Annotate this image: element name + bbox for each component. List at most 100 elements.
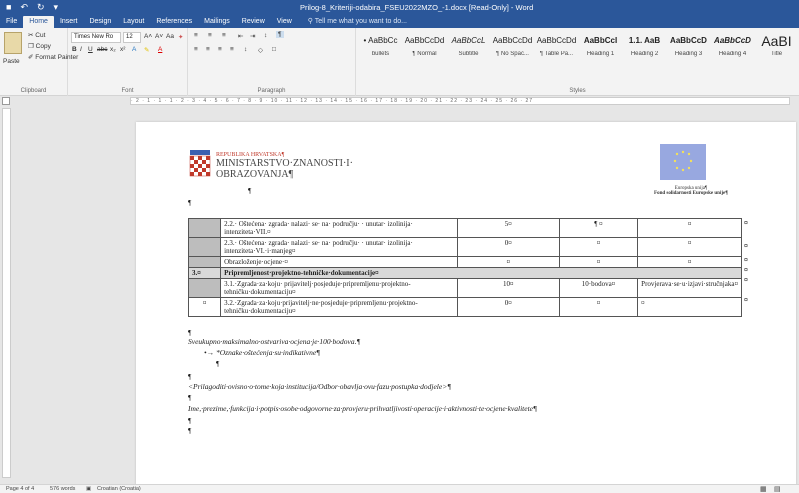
strikethrough-button[interactable]: abc	[97, 46, 107, 53]
save-icon[interactable]: ■	[6, 2, 11, 13]
table-cell-note[interactable]: Provjerava·se·u·izjavi·stručnjaka¤	[637, 278, 742, 298]
table-cell-points[interactable]: 0¤	[456, 297, 560, 317]
status-bar: Page 4 of 4 576 words ▣ Croatian (Croati…	[0, 484, 799, 493]
style-heading-2[interactable]: 1.1. AaB Heading 2	[624, 31, 665, 71]
page-count[interactable]: Page 4 of 4	[6, 486, 34, 492]
tell-me-box[interactable]: ⚲ Tell me what you want to do...	[302, 16, 413, 28]
sort-icon[interactable]: ↕	[264, 32, 267, 39]
max-score-text[interactable]: Sveukupno·maksimalno·ostvariva·ocjena·je…	[188, 337, 360, 346]
paragraph-group: ≡ ≡ ≡ ⇤ ⇥ ↕ ¶ ≡ ≡ ≡ ≡ ↕ ◇ □ Paragraph	[188, 28, 356, 96]
font-size-box[interactable]: 12	[123, 32, 141, 43]
word-count[interactable]: 576 words	[50, 486, 75, 492]
vertical-ruler[interactable]	[2, 108, 11, 478]
tab-layout[interactable]: Layout	[117, 16, 150, 28]
print-layout-icon[interactable]: ▤	[774, 485, 781, 493]
paragraph-mark: ¶	[188, 198, 192, 207]
tab-references[interactable]: References	[150, 16, 198, 28]
ruler-scale[interactable]: · 2 · 1 · 1 · 1 · 2 · 3 · 4 · 5 · 6 · 7 …	[130, 97, 790, 105]
table-cell-points[interactable]: 10¤	[456, 278, 560, 298]
style-title[interactable]: AaBI Title	[756, 31, 797, 71]
paste-button[interactable]: Paste	[3, 58, 20, 65]
bullets-icon[interactable]: ≡	[194, 32, 198, 39]
indicative-note[interactable]: •→ *Oznake·oštećenja·su·indikativne¶	[204, 348, 320, 357]
superscript-button[interactable]: x²	[120, 46, 125, 53]
table-section-title[interactable]: Pripremljenost·projektno-tehničke·dokume…	[220, 267, 742, 279]
read-mode-icon[interactable]: ▦	[760, 485, 767, 493]
align-center-icon[interactable]: ≡	[206, 46, 210, 53]
table-cell-points[interactable]: ¤	[456, 256, 560, 268]
table-cell-score[interactable]: ¶ ¤	[558, 218, 639, 238]
grow-font-button[interactable]: A˄	[144, 33, 152, 40]
table-cell-note[interactable]: ¤	[637, 297, 742, 317]
paste-icon[interactable]	[4, 32, 22, 54]
undo-icon[interactable]: ↶	[20, 2, 28, 13]
style-heading-1[interactable]: AaBbCcI Heading 1	[580, 31, 621, 71]
tab-review[interactable]: Review	[236, 16, 271, 28]
style-heading-3[interactable]: AaBbCcD Heading 3	[668, 31, 709, 71]
borders-icon[interactable]: □	[272, 46, 276, 53]
clipboard-group: Paste ✂ Cut ❐ Copy ✐ Format Painter Clip…	[0, 28, 78, 96]
table-cell-criterion[interactable]: 2.3.· Oštećena· zgrada· nalazi· se· na· …	[220, 237, 458, 257]
table-cell-score[interactable]: ¤	[558, 237, 639, 257]
language-indicator[interactable]: Croatian (Croatia)	[97, 486, 141, 492]
cut-button[interactable]: ✂ Cut	[28, 31, 45, 39]
table-cell-note[interactable]: ¤	[637, 256, 742, 268]
underline-button[interactable]: U	[88, 46, 93, 53]
highlight-icon[interactable]: ✎	[144, 46, 149, 54]
bold-button[interactable]: B	[72, 46, 77, 53]
proofing-icon[interactable]: ▣	[86, 486, 91, 492]
multilevel-list-icon[interactable]: ≡	[222, 32, 226, 39]
table-cell-criterion[interactable]: 2.2.· Oštećena· zgrada· nalazi· se· na· …	[220, 218, 458, 238]
shading-icon[interactable]: ◇	[258, 46, 263, 54]
style-normal[interactable]: AaBbCcDd ¶ Normal	[404, 31, 445, 71]
copy-button[interactable]: ❐ Copy	[28, 42, 51, 50]
line-spacing-icon[interactable]: ↕	[244, 46, 247, 53]
tell-me-text: Tell me what you want to do...	[314, 18, 407, 25]
tab-file[interactable]: File	[0, 16, 23, 28]
signature-line[interactable]: Ime,·prezime,·funkcija·i·potpis·osobe·od…	[188, 404, 537, 413]
increase-indent-icon[interactable]: ⇥	[250, 32, 255, 40]
change-case-button[interactable]: Aa	[166, 33, 174, 40]
table-cell-criterion[interactable]: 3.1.·Zgrada·za·koju· prijavitelj·posjedu…	[220, 278, 458, 298]
show-marks-icon[interactable]: ¶	[276, 31, 284, 38]
align-left-icon[interactable]: ≡	[194, 46, 198, 53]
style-bullets[interactable]: • AaBbCc bullets	[360, 31, 401, 71]
table-cell-criterion[interactable]: 3.2.·Zgrada·za·koju·prijavitelj·ne·posje…	[220, 297, 458, 317]
tab-mailings[interactable]: Mailings	[198, 16, 236, 28]
numbering-icon[interactable]: ≡	[208, 32, 212, 39]
tab-insert[interactable]: Insert	[54, 16, 84, 28]
tab-design[interactable]: Design	[83, 16, 117, 28]
align-right-icon[interactable]: ≡	[218, 46, 222, 53]
row-end-mark: ¤	[744, 297, 748, 304]
shrink-font-button[interactable]: A˅	[155, 33, 163, 40]
tab-selector[interactable]	[2, 97, 10, 105]
table-cell-score[interactable]: ¤	[558, 256, 639, 268]
redo-icon[interactable]: ↻	[37, 2, 45, 13]
style-no-spacing[interactable]: AaBbCcDd ¶ No Spac...	[492, 31, 533, 71]
table-cell-note[interactable]: ¤	[637, 218, 742, 238]
font-color-icon[interactable]: A	[158, 46, 162, 53]
italic-button[interactable]: I	[80, 46, 82, 53]
tab-home[interactable]: Home	[23, 16, 54, 28]
tab-view[interactable]: View	[271, 16, 298, 28]
clear-formatting-icon[interactable]: ✦	[178, 33, 183, 41]
style-table-paragraph[interactable]: AaBbCcDd ¶ Table Pa...	[536, 31, 577, 71]
adjust-note[interactable]: <Prilagoditi·ovisno·o·tome·koja·instituc…	[188, 382, 451, 391]
table-cell-score[interactable]: 10·bodova¤	[558, 278, 639, 298]
text-effects-icon[interactable]: A	[132, 46, 136, 53]
table-cell-criterion[interactable]: Obrazloženje·ocjene·¤	[220, 256, 458, 268]
table-cell-points[interactable]: 5¤	[456, 218, 560, 238]
font-name-box[interactable]: Times New Ro	[71, 32, 121, 43]
style-heading-4[interactable]: AaBbCcD Heading 4	[712, 31, 753, 71]
style-subtitle[interactable]: AaBbCcL Subtitle	[448, 31, 489, 71]
table-cell-note[interactable]: ¤	[637, 237, 742, 257]
customize-qat-icon[interactable]: ▾	[54, 2, 59, 13]
title-bar: ■ ↶ ↻ ▾ Prilog-8_Kriteriji-odabira_FSEU2…	[0, 0, 799, 16]
document-page[interactable]: REPUBLIKA HRVATSKA¶ MINISTARSTVO·ZNANOST…	[136, 122, 796, 484]
row-end-mark: ¤	[744, 220, 748, 227]
subscript-button[interactable]: x₂	[110, 46, 116, 53]
table-cell-points[interactable]: 0¤	[456, 237, 560, 257]
table-cell-score[interactable]: ¤	[558, 297, 639, 317]
justify-icon[interactable]: ≡	[230, 46, 234, 53]
decrease-indent-icon[interactable]: ⇤	[238, 32, 243, 40]
